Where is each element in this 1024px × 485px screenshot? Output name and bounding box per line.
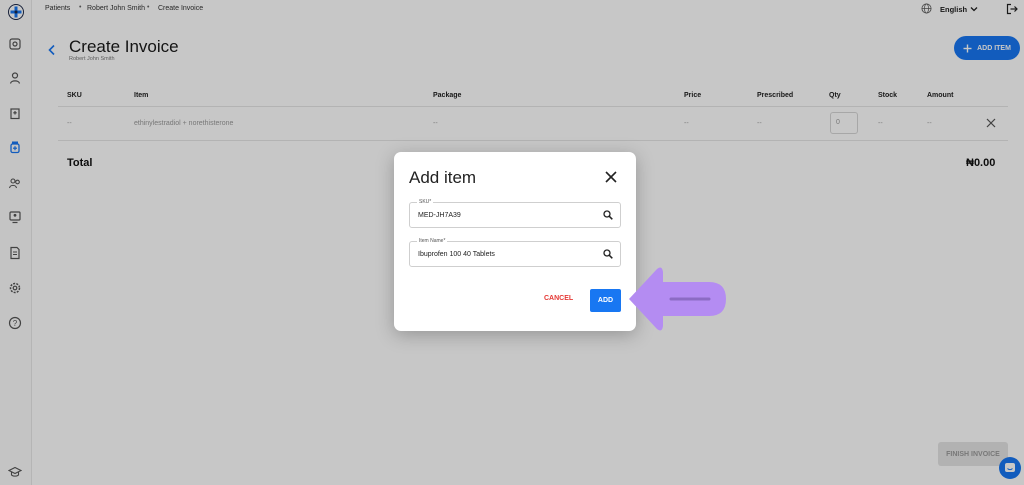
cancel-button[interactable]: CANCEL	[544, 295, 573, 302]
item-name-field-label: Item Name*	[417, 238, 448, 244]
item-name-field[interactable]: Item Name* Ibuprofen 100 40 Tablets	[409, 238, 621, 267]
annotation-arrow-icon	[629, 267, 726, 331]
sku-field[interactable]: SKU* MED-JH7A39	[409, 199, 621, 228]
search-icon[interactable]	[603, 249, 613, 259]
sku-field-value[interactable]: MED-JH7A39	[418, 212, 461, 219]
dialog-title: Add item	[409, 168, 477, 187]
item-name-field-value[interactable]: Ibuprofen 100 40 Tablets	[418, 251, 495, 258]
add-item-dialog: Add item SKU* MED-JH7A39 Item Name* Ibup…	[394, 152, 636, 331]
close-icon[interactable]	[605, 171, 617, 183]
sku-field-label: SKU*	[417, 199, 434, 205]
search-icon[interactable]	[603, 210, 613, 220]
add-button[interactable]: ADD	[590, 289, 621, 312]
